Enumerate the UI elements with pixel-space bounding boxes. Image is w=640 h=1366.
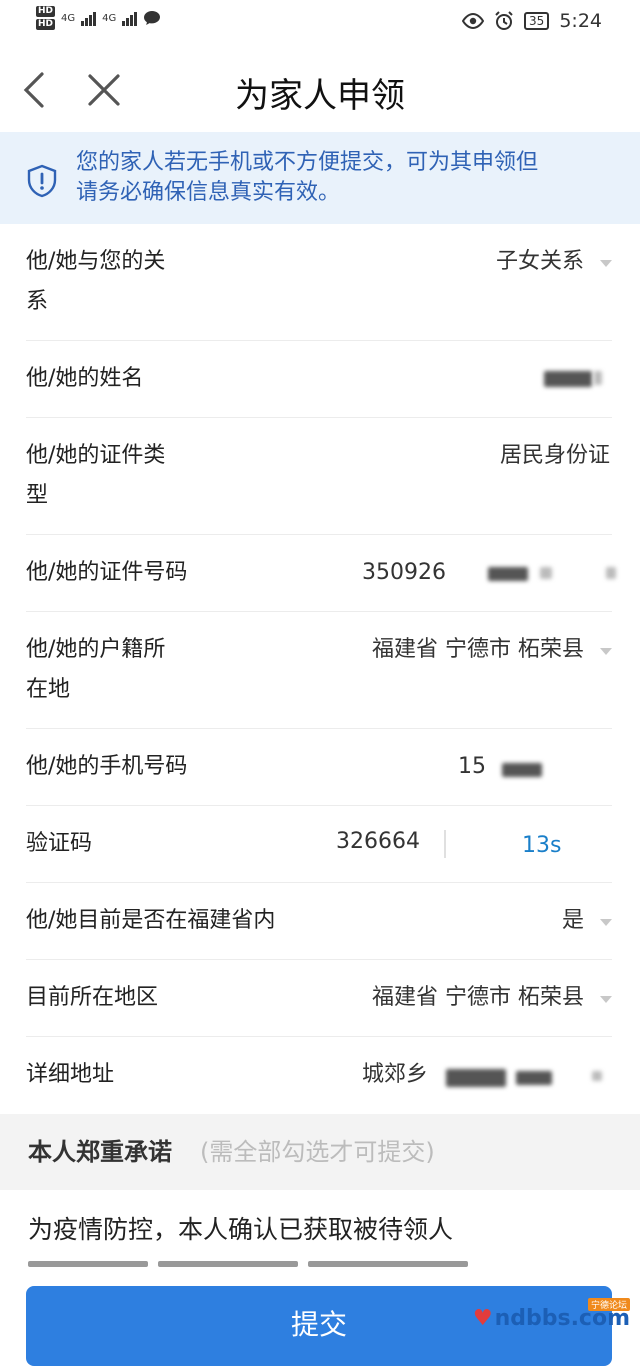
code-label: 验证码 xyxy=(26,831,93,856)
code-separator xyxy=(444,830,446,858)
clock: 5:24 xyxy=(559,10,602,32)
promise-note: (需全部勾选才可提交) xyxy=(200,1138,435,1166)
promise-text: 为疫情防控，本人确认已获取被待领人 xyxy=(28,1215,454,1244)
promise-header: 本人郑重承诺 (需全部勾选才可提交) xyxy=(0,1114,640,1190)
application-form: 他/她与您的关 系 子女关系 他/她的姓名 他/她的证件类 型 居民身份证 他/… xyxy=(0,224,640,1113)
address-value[interactable]: 城郊乡 xyxy=(362,1055,428,1095)
name-row[interactable]: 他/她的姓名 xyxy=(26,341,612,418)
page-title: 为家人申领 xyxy=(235,76,405,116)
household-label-line1: 他/她的户籍所 xyxy=(26,637,166,662)
eye-icon xyxy=(462,13,485,29)
id-type-value: 居民身份证 xyxy=(499,443,610,468)
hd-badges: HD HD xyxy=(36,6,56,30)
relation-label-line1: 他/她与您的关 xyxy=(26,249,166,274)
promise-text-cutoff xyxy=(28,1252,528,1270)
id-number-value[interactable]: 350926 xyxy=(362,553,446,593)
battery-indicator: 35 xyxy=(524,12,550,30)
in-province-value: 是 xyxy=(561,908,584,933)
relation-label-line2: 系 xyxy=(26,289,49,314)
current-region-row[interactable]: 目前所在地区 福建省 宁德市 柘荣县 xyxy=(26,960,612,1037)
id-number-label: 他/她的证件号码 xyxy=(26,560,188,585)
name-redacted xyxy=(544,371,592,387)
relation-label: 他/她与您的关 系 xyxy=(26,242,165,322)
current-region-value: 福建省 宁德市 柘荣县 xyxy=(372,985,584,1010)
message-icon xyxy=(144,11,161,25)
id-type-label-line2: 型 xyxy=(26,483,49,508)
nav-bar: 为家人申领 xyxy=(0,48,640,132)
chevron-down-icon xyxy=(600,260,612,267)
in-province-label: 他/她目前是否在福建省内 xyxy=(26,908,276,933)
id-number-redacted-2 xyxy=(540,567,552,579)
relation-row[interactable]: 他/她与您的关 系 子女关系 xyxy=(26,224,612,341)
id-type-row[interactable]: 他/她的证件类 型 居民身份证 xyxy=(26,418,612,535)
notice-text: 您的家人若无手机或不方便提交，可为其申领但 请务必确保信息真实有效。 xyxy=(76,148,616,208)
notice-line-1: 您的家人若无手机或不方便提交，可为其申领但 xyxy=(76,150,539,175)
network-label-2: 4G xyxy=(102,12,117,24)
id-type-label: 他/她的证件类 型 xyxy=(26,436,165,516)
code-input[interactable]: 326664 xyxy=(336,822,420,862)
resend-countdown[interactable]: 13s xyxy=(522,826,561,866)
heart-icon: ♥ xyxy=(472,1306,493,1331)
current-region-label: 目前所在地区 xyxy=(26,985,159,1010)
phone-value[interactable]: 15 xyxy=(458,747,486,787)
household-row[interactable]: 他/她的户籍所 在地 福建省 宁德市 柘荣县 xyxy=(26,612,612,729)
status-bar: HD HD 4G 4G 35 5:24 xyxy=(0,0,640,48)
watermark: ♥ ndbbs.com 宁德论坛 xyxy=(472,1298,630,1331)
notice-banner: 您的家人若无手机或不方便提交，可为其申领但 请务必确保信息真实有效。 xyxy=(0,132,640,224)
status-right: 35 5:24 xyxy=(462,10,602,32)
alarm-icon xyxy=(495,11,513,30)
address-redacted xyxy=(446,1069,506,1087)
signal-icon-2 xyxy=(122,10,138,26)
household-label-line2: 在地 xyxy=(26,677,71,702)
watermark-tag: 宁德论坛 xyxy=(587,1298,630,1311)
address-row[interactable]: 详细地址 城郊乡 xyxy=(26,1037,612,1113)
address-redacted-3 xyxy=(592,1071,602,1081)
phone-redacted xyxy=(502,763,542,777)
notice-line-2: 请务必确保信息真实有效。 xyxy=(76,180,341,205)
name-label: 他/她的姓名 xyxy=(26,366,144,391)
address-label: 详细地址 xyxy=(26,1062,115,1087)
shield-icon xyxy=(27,164,57,198)
phone-label: 他/她的手机号码 xyxy=(26,754,188,779)
id-number-row[interactable]: 他/她的证件号码 350926 xyxy=(26,535,616,612)
chevron-down-icon xyxy=(600,996,612,1003)
in-province-row[interactable]: 他/她目前是否在福建省内 是 xyxy=(26,883,612,960)
address-redacted-2 xyxy=(516,1071,552,1085)
hd-badge-1: HD xyxy=(36,6,56,17)
network-label-1: 4G xyxy=(61,12,76,24)
name-redacted-2 xyxy=(594,371,602,385)
chevron-down-icon xyxy=(600,919,612,926)
id-number-redacted-3 xyxy=(606,567,616,579)
chevron-down-icon xyxy=(600,648,612,655)
code-row[interactable]: 验证码 326664 13s xyxy=(26,806,612,883)
id-number-redacted xyxy=(488,567,528,581)
status-left: HD HD 4G 4G xyxy=(36,6,161,30)
relation-value: 子女关系 xyxy=(495,249,584,274)
signal-icon xyxy=(81,10,97,26)
phone-row[interactable]: 他/她的手机号码 15 xyxy=(26,729,612,806)
id-type-label-line1: 他/她的证件类 xyxy=(26,443,166,468)
hd-badge-2: HD xyxy=(36,19,56,30)
promise-title: 本人郑重承诺 xyxy=(28,1138,172,1166)
household-label: 他/她的户籍所 在地 xyxy=(26,630,165,710)
household-value: 福建省 宁德市 柘荣县 xyxy=(372,637,584,662)
